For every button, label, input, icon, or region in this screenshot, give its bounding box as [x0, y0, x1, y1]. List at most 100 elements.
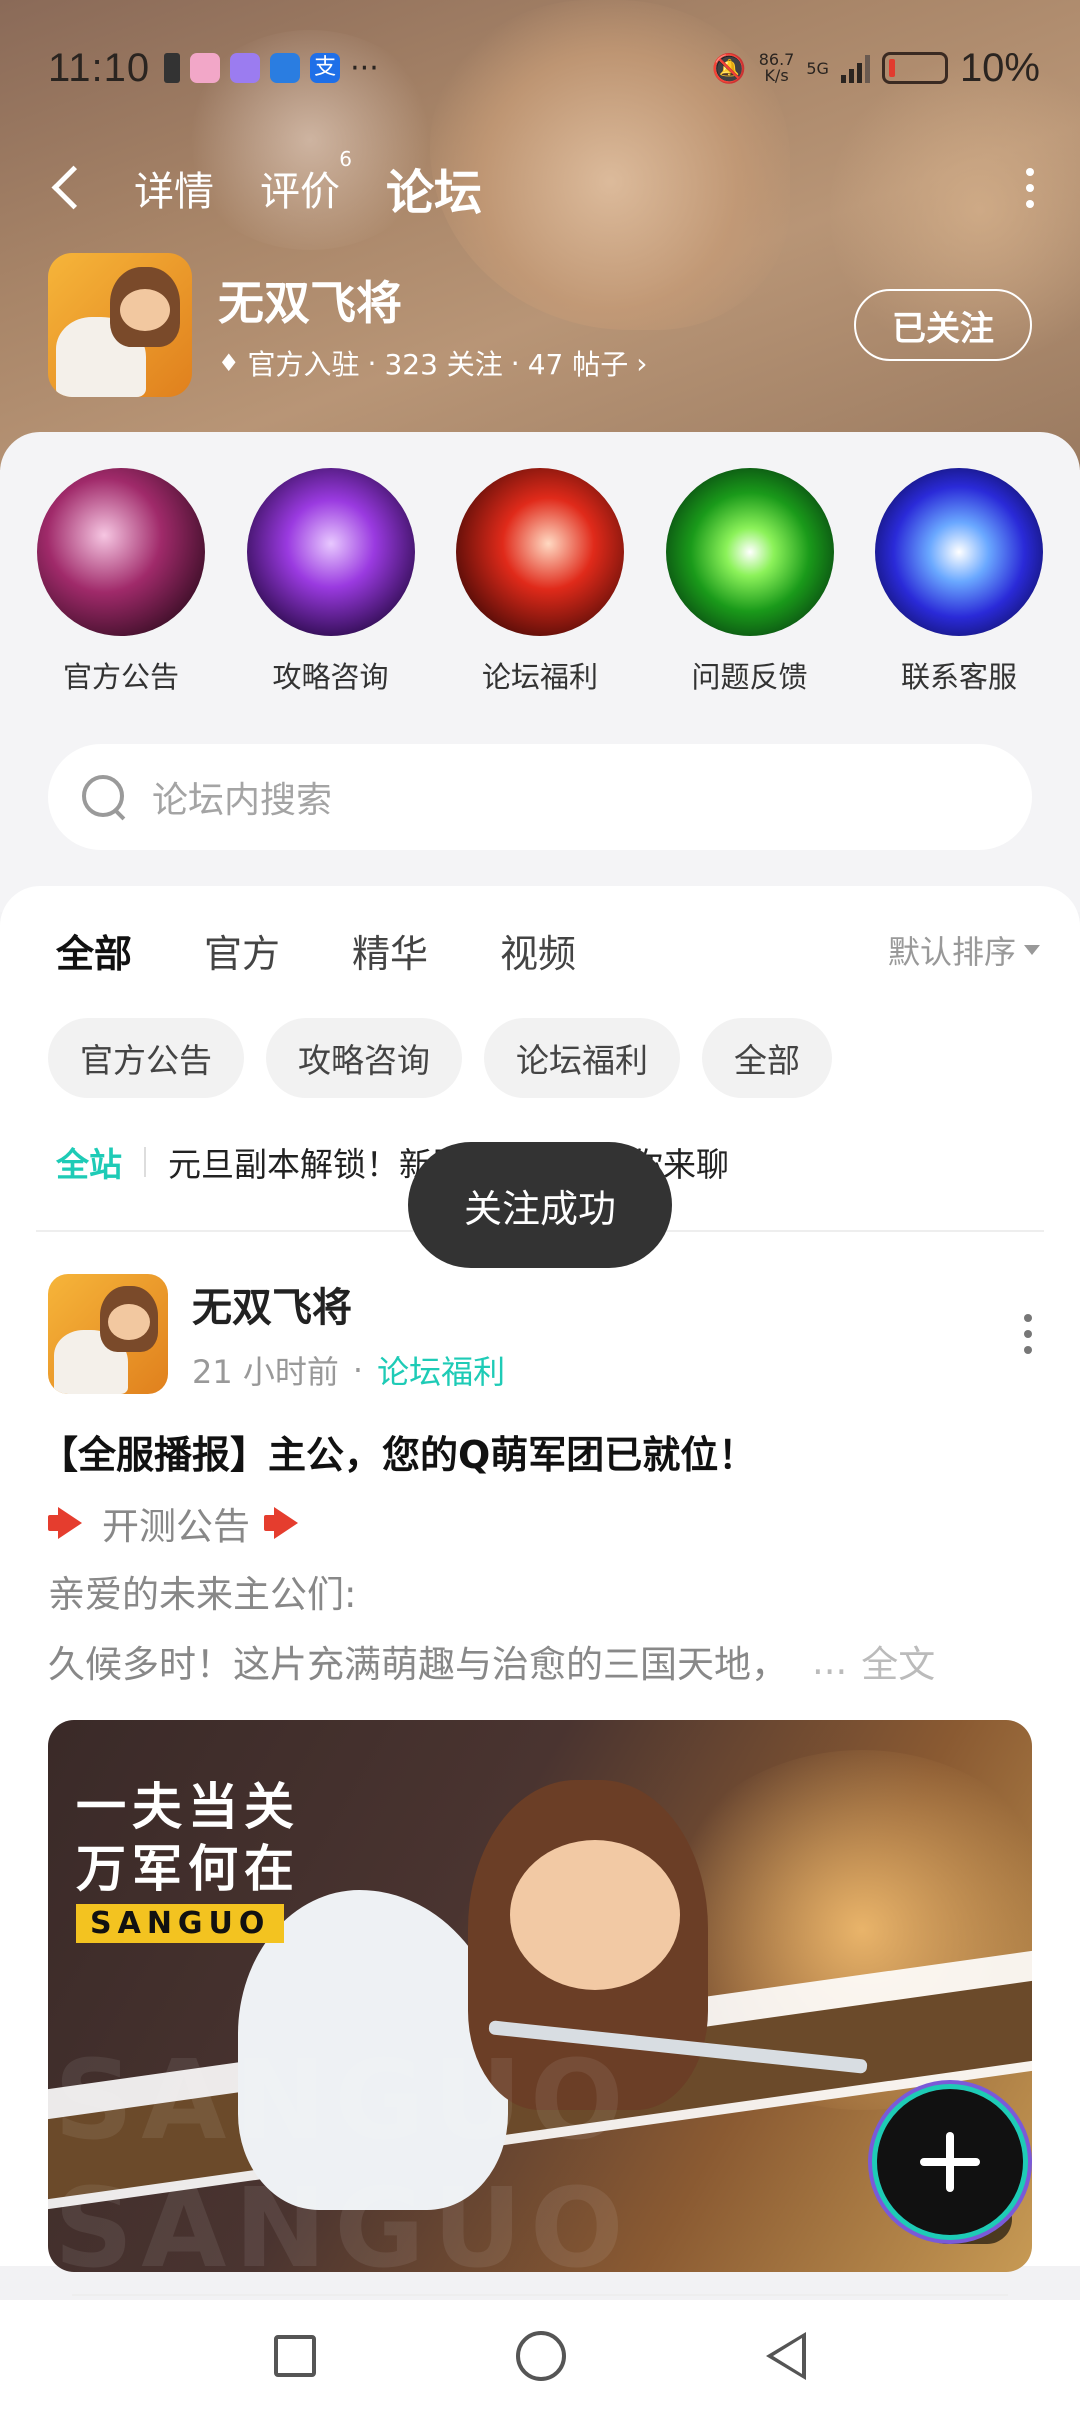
followers-count: 323 关注	[384, 348, 503, 381]
forum-search-bar[interactable]: 论坛内搜索	[48, 744, 1032, 850]
category-row: 官方公告 攻略咨询 论坛福利 问题反馈 联系客服	[36, 468, 1044, 696]
post-more-icon[interactable]	[1024, 1314, 1032, 1354]
post-line-2: 亲爱的未来主公们:	[48, 1573, 357, 1616]
network-speed: 86.7 K/s	[759, 52, 795, 84]
mute-icon: 🔕	[711, 51, 747, 85]
category-guide[interactable]: 攻略咨询	[246, 468, 416, 696]
category-welfare[interactable]: 论坛福利	[455, 468, 625, 696]
chevron-right-icon: ›	[636, 346, 648, 380]
post-line: 久候多时！这片充满萌趣与治愈的三国天地， ... 全文	[48, 1634, 935, 1688]
more-notifications-icon: ···	[350, 50, 379, 86]
home-icon[interactable]	[516, 2331, 566, 2381]
toast-message: 关注成功	[408, 1142, 672, 1268]
game-meta[interactable]: ♦ 官方入驻 · 323 关注 · 47 帖子 ›	[218, 343, 647, 383]
filter-chips: 官方公告 攻略咨询 论坛福利 全部	[48, 1018, 832, 1098]
post-line: 开测公告	[48, 1496, 304, 1550]
chip-announcement[interactable]: 官方公告	[48, 1018, 244, 1098]
follow-button[interactable]: 已关注	[854, 289, 1032, 361]
feed-tab-featured[interactable]: 精华	[352, 923, 428, 978]
battery-percent: 10%	[959, 45, 1040, 90]
meta-separator: ·	[367, 346, 377, 380]
category-label: 攻略咨询	[272, 660, 389, 694]
chip-guide[interactable]: 攻略咨询	[266, 1018, 462, 1098]
post-line-3: 久候多时！这片充满萌趣与治愈的三国天地，	[48, 1643, 788, 1686]
speed-unit: K/s	[764, 66, 789, 85]
game-icon[interactable]	[48, 253, 192, 397]
back-nav-icon[interactable]	[766, 2332, 806, 2380]
post-ellipsis: ...	[812, 1639, 848, 1683]
more-options-icon[interactable]	[1020, 168, 1040, 208]
megaphone-icon	[264, 1507, 304, 1539]
post-meta: 无双飞将 21 小时前 · 论坛福利	[192, 1275, 505, 1393]
search-icon	[80, 773, 128, 821]
category-label: 官方公告	[62, 660, 179, 694]
diamond-icon: ♦	[218, 349, 240, 377]
status-time: 11:10	[48, 45, 151, 90]
banner-tag: SANGUO	[76, 1904, 285, 1943]
tab-reviews-label: 评价	[260, 169, 340, 215]
customer-service-icon	[875, 468, 1043, 636]
recent-apps-icon[interactable]	[274, 2335, 316, 2377]
post-line-1: 开测公告	[102, 1505, 250, 1548]
sort-dropdown[interactable]: 默认排序	[888, 927, 1040, 973]
read-full-link[interactable]: 全文	[861, 1634, 935, 1688]
reviews-count-badge: 6	[339, 147, 352, 171]
game-center-icon	[190, 53, 221, 83]
category-label: 问题反馈	[691, 660, 808, 694]
game-name: 无双飞将	[218, 276, 402, 330]
category-customer-service[interactable]: 联系客服	[874, 468, 1044, 696]
system-nav-bar	[0, 2300, 1080, 2412]
wallet-icon	[270, 53, 301, 83]
guide-icon	[246, 468, 415, 636]
tab-details[interactable]: 详情	[134, 159, 214, 217]
post-title[interactable]: 【全服播报】主公，您的Q萌军团已就位！	[40, 1424, 756, 1479]
post-line: 亲爱的未来主公们:	[48, 1564, 356, 1618]
feed-tab-video[interactable]: 视频	[500, 923, 576, 978]
game-info: 无双飞将 ♦ 官方入驻 · 323 关注 · 47 帖子 ›	[218, 267, 647, 383]
feedback-icon	[665, 468, 834, 636]
sort-label: 默认排序	[887, 933, 1016, 971]
game-header: 无双飞将 ♦ 官方入驻 · 323 关注 · 47 帖子 › 已关注	[48, 250, 1032, 400]
post-time: 21 小时前	[192, 1353, 339, 1391]
official-label: 官方入驻	[247, 348, 360, 381]
post-author[interactable]: 无双飞将	[192, 1275, 505, 1333]
megaphone-icon	[48, 1507, 88, 1539]
post-header: 无双飞将 21 小时前 · 论坛福利	[48, 1272, 1032, 1396]
slogan-line-1: 一夫当关	[76, 1778, 300, 1836]
category-label: 论坛福利	[481, 660, 598, 694]
welfare-icon	[456, 468, 624, 636]
slogan-line-2: 万军何在	[76, 1840, 300, 1898]
tab-reviews[interactable]: 评价 6	[260, 147, 352, 217]
feed-tabs: 全部 官方 精华 视频 默认排序	[56, 920, 1040, 980]
back-icon[interactable]	[48, 158, 88, 218]
notification-icon	[164, 53, 181, 83]
posts-count: 47 帖子	[527, 348, 629, 381]
chip-welfare[interactable]: 论坛福利	[484, 1018, 680, 1098]
category-feedback[interactable]: 问题反馈	[665, 468, 835, 696]
game-app-icon	[230, 53, 261, 83]
chevron-down-icon	[1024, 945, 1040, 955]
signal-icon	[840, 53, 870, 83]
ticker-tag: 全站	[56, 1145, 122, 1184]
tab-forum[interactable]: 论坛	[386, 153, 483, 227]
new-post-button[interactable]	[872, 2084, 1028, 2240]
top-nav: 详情 评价 6 论坛	[48, 147, 1040, 228]
avatar[interactable]	[48, 1274, 168, 1394]
feed-tab-all[interactable]: 全部	[56, 923, 133, 980]
ticker-divider	[144, 1147, 146, 1177]
battery-icon	[881, 52, 948, 84]
chip-all[interactable]: 全部	[702, 1018, 832, 1098]
category-announcement[interactable]: 官方公告	[36, 468, 206, 696]
search-placeholder: 论坛内搜索	[152, 780, 333, 821]
plus-icon	[920, 2132, 980, 2192]
post-forum-link[interactable]: 论坛福利	[377, 1347, 505, 1393]
status-bar: 11:10 支 ··· 🔕 86.7 K/s 5G 10%	[48, 38, 1040, 98]
alipay-icon: 支	[310, 53, 341, 83]
meta-separator: ·	[510, 346, 520, 380]
announcement-icon	[37, 468, 205, 636]
banner-slogan: 一夫当关 万军何在	[76, 1776, 300, 1900]
meta-separator: ·	[352, 1351, 364, 1389]
feed-tab-official[interactable]: 官方	[204, 923, 280, 978]
category-label: 联系客服	[900, 660, 1017, 694]
network-type: 5G	[806, 58, 829, 78]
